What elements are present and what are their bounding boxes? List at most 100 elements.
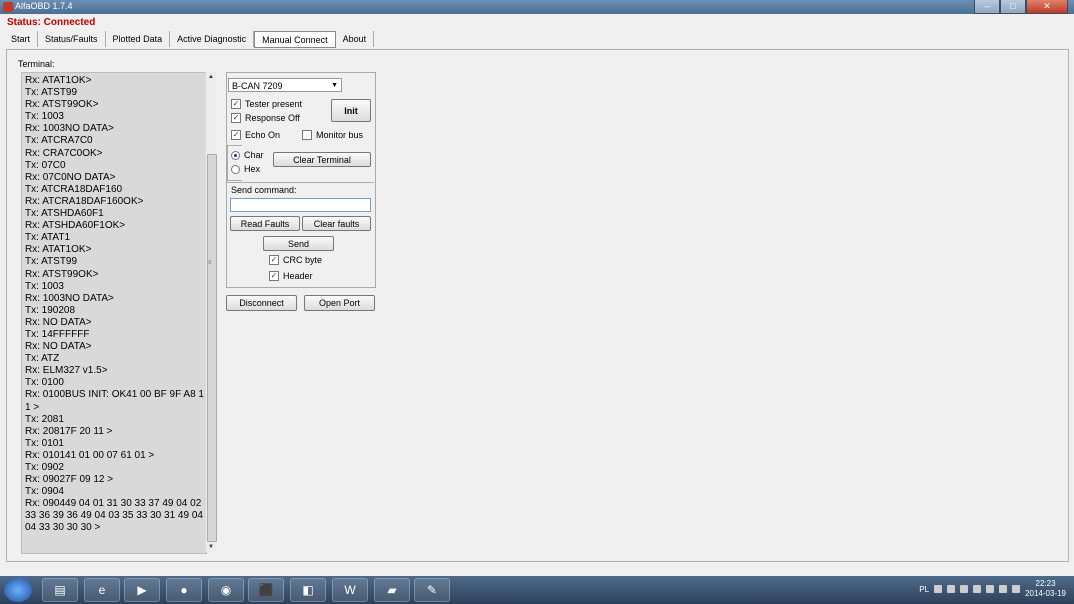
firefox-icon[interactable]: ● <box>166 578 202 602</box>
alfaobd-taskbar-icon[interactable]: ▰ <box>374 578 410 602</box>
scroll-thumb[interactable] <box>207 154 217 542</box>
send-command-input[interactable] <box>230 198 371 212</box>
scroll-down-arrow-icon[interactable]: ▼ <box>206 544 216 550</box>
acrobat-tray-icon[interactable] <box>947 585 956 593</box>
terminal-line: Tx: ATCRA7C0 <box>25 135 93 147</box>
header-label: Header <box>283 271 313 281</box>
terminal-line: Tx: 0100 <box>25 377 64 389</box>
char-label: Char <box>244 150 264 160</box>
checkbox-checked-icon: ✓ <box>231 99 241 109</box>
monitor-bus-label: Monitor bus <box>316 130 364 140</box>
terminal-line: Tx: ATST99 <box>25 87 78 99</box>
send-command-label: Send command: <box>231 185 297 195</box>
start-button[interactable] <box>4 578 32 602</box>
word-icon[interactable]: W <box>332 578 368 602</box>
app-tray-icon[interactable] <box>973 585 982 593</box>
radio-selected-icon <box>231 150 240 160</box>
clear-terminal-button[interactable]: Clear Terminal <box>273 152 371 167</box>
header-checkbox[interactable]: ✓ Header <box>269 271 313 281</box>
echo-on-checkbox[interactable]: ✓ Echo On <box>231 130 280 140</box>
folder-icon[interactable]: ▤ <box>42 578 78 602</box>
checkbox-checked-icon: ✓ <box>231 130 241 140</box>
terminal-line: Rx: NO DATA> <box>25 341 92 353</box>
shield-icon[interactable] <box>960 585 969 593</box>
terminal-line: Tx: ATST99 <box>25 256 78 268</box>
terminal-line: Rx: 20817F 20 11 > <box>25 425 113 437</box>
acrobat-icon[interactable]: ⬛ <box>248 578 284 602</box>
crc-byte-checkbox[interactable]: ✓ CRC byte <box>269 255 322 265</box>
minimize-button[interactable]: – <box>974 0 1000 14</box>
clock[interactable]: 22:23 2014-03-19 <box>1025 579 1066 599</box>
terminal-line: Tx: 1003 <box>25 280 64 292</box>
paint-icon[interactable]: ✎ <box>414 578 450 602</box>
terminal-line: Tx: 0101 <box>25 437 64 449</box>
hex-label: Hex <box>244 164 261 174</box>
terminal-line: Tx: 07C0 <box>25 159 66 171</box>
crc-byte-label: CRC byte <box>283 255 323 265</box>
chrome-icon[interactable]: ◉ <box>208 578 244 602</box>
terminal-line: Rx: 07C0NO DATA> <box>25 171 116 183</box>
title-bar: AlfaOBD 1.7.4 – □ ✕ <box>0 0 1074 14</box>
tester-present-checkbox[interactable]: ✓ Tester present <box>231 99 302 109</box>
terminal-line: Rx: 1003NO DATA> <box>25 292 114 304</box>
terminal-output[interactable]: Rx: ATAT1OK> Tx: ATST99 Rx: ATST99OK> Tx: 1… <box>21 72 207 554</box>
terminal-line: Tx: 190208 <box>25 304 76 316</box>
terminal-line: Rx: 09027F 09 12 > <box>25 474 114 486</box>
tester-present-label: Tester present <box>245 99 303 109</box>
bus-select[interactable]: B-CAN 7209 ▼ <box>228 78 342 92</box>
terminal-line: Rx: ELM327 v1.5> <box>25 365 108 377</box>
terminal-line: Rx: ATCRA18DAF160OK> <box>25 195 144 207</box>
terminal-line: Rx: 090449 04 01 31 30 33 37 49 04 02 33… <box>25 498 203 534</box>
clock-time: 22:23 <box>1035 579 1056 588</box>
checkbox-checked-icon: ✓ <box>269 271 279 281</box>
send-button[interactable]: Send <box>263 236 334 251</box>
init-button[interactable]: Init <box>331 99 371 122</box>
app-icon <box>3 2 13 12</box>
terminal-line: Tx: 14FFFFFF <box>25 328 90 340</box>
chevron-down-icon: ▼ <box>331 82 338 89</box>
tab-plotted-data[interactable]: Plotted Data <box>106 31 171 47</box>
terminal-line: Rx: ATST99OK> <box>25 268 99 280</box>
network-tool-icon[interactable]: ◧ <box>290 578 326 602</box>
battery-icon[interactable] <box>986 585 995 593</box>
terminal-line: Tx: 0904 <box>25 486 64 498</box>
window-title: AlfaOBD 1.7.4 <box>15 1 73 11</box>
tab-about[interactable]: About <box>336 31 375 47</box>
tab-start[interactable]: Start <box>4 31 39 47</box>
clock-date: 2014-03-19 <box>1025 589 1066 598</box>
terminal-line: Tx: ATSHDA60F1 <box>25 208 104 220</box>
media-player-icon[interactable]: ▶ <box>124 578 160 602</box>
monitor-bus-checkbox[interactable]: Monitor bus <box>302 130 363 140</box>
read-faults-button[interactable]: Read Faults <box>230 216 300 231</box>
hex-radio[interactable]: Hex <box>231 164 260 174</box>
language-indicator[interactable]: PL <box>919 585 929 594</box>
close-button[interactable]: ✕ <box>1026 0 1068 14</box>
status-text: Status: Connected <box>7 17 96 28</box>
response-off-checkbox[interactable]: ✓ Response Off <box>231 113 300 123</box>
terminal-line: Tx: ATZ <box>25 353 60 365</box>
terminal-line: Rx: ATST99OK> <box>25 99 99 111</box>
tab-manual-connect[interactable]: Manual Connect <box>254 31 336 48</box>
radio-unselected-icon <box>231 164 240 174</box>
terminal-line: Rx: 1003NO DATA> <box>25 123 114 135</box>
terminal-line: Rx: ATSHDA60F1OK> <box>25 220 126 232</box>
checkbox-checked-icon: ✓ <box>231 113 241 123</box>
char-radio[interactable]: Char <box>231 150 264 160</box>
terminal-line: Rx: 010141 01 00 07 61 01 > <box>25 449 155 461</box>
disconnect-button[interactable]: Disconnect <box>226 295 297 311</box>
clear-faults-button[interactable]: Clear faults <box>302 216 371 231</box>
maximize-button[interactable]: □ <box>1000 0 1026 14</box>
grip-icon: ≡ <box>208 260 212 266</box>
keyboard-icon[interactable] <box>934 585 943 593</box>
internet-explorer-icon[interactable]: e <box>84 578 120 602</box>
volume-icon[interactable] <box>999 585 1008 593</box>
open-port-button[interactable]: Open Port <box>304 295 375 311</box>
tab-status-faults[interactable]: Status/Faults <box>38 31 106 47</box>
scroll-up-arrow-icon[interactable]: ▲ <box>206 74 216 80</box>
terminal-scrollbar[interactable]: ▲ ≡ ▼ <box>205 72 217 552</box>
terminal-line: Tx: ATAT1 <box>25 232 71 244</box>
network-icon[interactable] <box>1012 585 1021 593</box>
terminal-line: Tx: ATCRA18DAF160 <box>25 183 123 195</box>
tab-active-diagnostic[interactable]: Active Diagnostic <box>170 31 255 47</box>
system-tray: PL 22:23 2014-03-19 <box>919 579 1066 599</box>
